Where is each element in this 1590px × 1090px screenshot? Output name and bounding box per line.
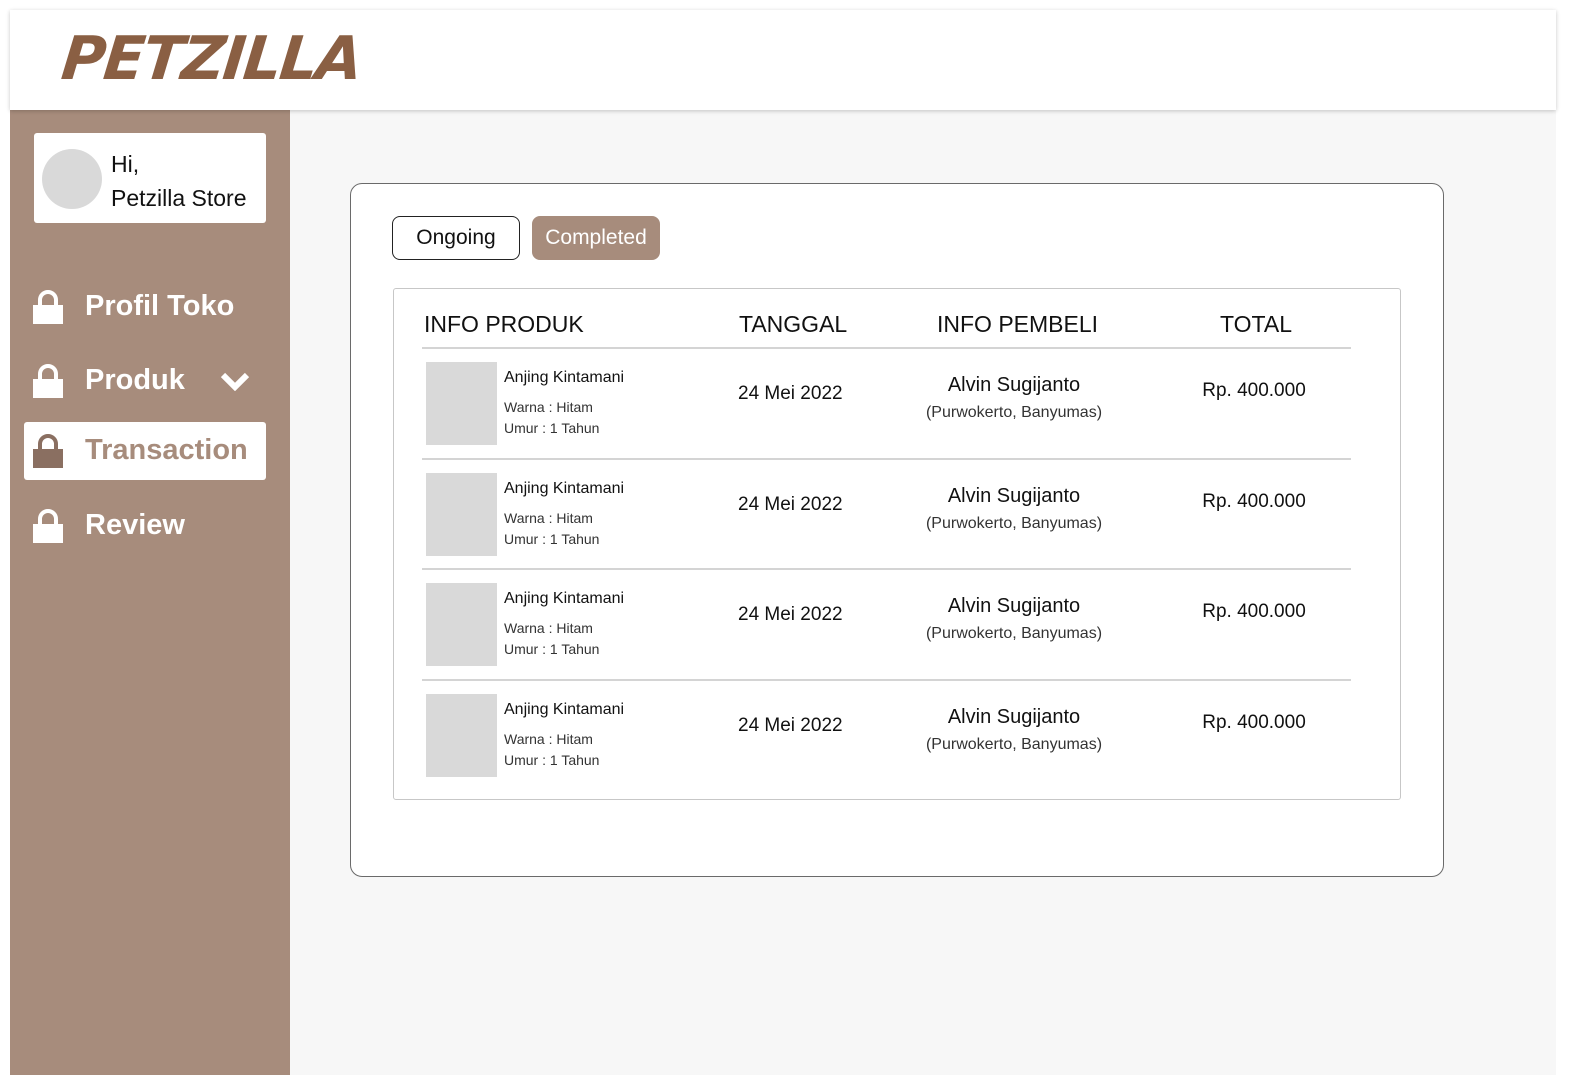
transaction-date: 24 Mei 2022 bbox=[738, 494, 843, 515]
greeting-card: Hi, Petzilla Store bbox=[34, 133, 266, 223]
transaction-total: Rp. 400.000 bbox=[1202, 380, 1306, 401]
transaction-date: 24 Mei 2022 bbox=[738, 383, 843, 404]
product-age: Umur : 1 Tahun bbox=[504, 531, 600, 547]
buyer-name: Alvin Sugijanto bbox=[947, 485, 1081, 507]
tab-completed[interactable]: Completed bbox=[532, 216, 660, 260]
sidebar-item-label: Review bbox=[85, 509, 185, 541]
table-row[interactable]: Anjing Kintamani Warna : Hitam Umur : 1 … bbox=[394, 460, 1402, 570]
buyer-name: Alvin Sugijanto bbox=[947, 374, 1081, 396]
column-header-info-pembeli: INFO PEMBELI bbox=[937, 311, 1099, 337]
product-image bbox=[426, 583, 497, 666]
column-header-tanggal: TANGGAL bbox=[739, 311, 848, 337]
product-age: Umur : 1 Tahun bbox=[504, 752, 600, 768]
sidebar-item-label: Produk bbox=[85, 364, 185, 396]
transaction-total: Rp. 400.000 bbox=[1202, 491, 1306, 512]
sidebar-item-transaction[interactable]: Transaction bbox=[24, 422, 266, 480]
column-header-info-produk: INFO PRODUK bbox=[424, 311, 584, 337]
top-header: PETZILLA bbox=[10, 10, 1556, 110]
buyer-name: Alvin Sugijanto bbox=[947, 706, 1081, 728]
avatar[interactable] bbox=[42, 149, 102, 209]
sidebar: Hi, Petzilla Store Profil Toko Produk Tr… bbox=[10, 110, 290, 1075]
transaction-date: 24 Mei 2022 bbox=[738, 715, 843, 736]
store-name: Petzilla Store bbox=[111, 185, 247, 211]
product-name: Anjing Kintamani bbox=[504, 369, 625, 386]
chevron-down-icon[interactable] bbox=[220, 371, 250, 391]
sidebar-item-review[interactable]: Review bbox=[24, 497, 266, 555]
product-image bbox=[426, 694, 497, 777]
transaction-total: Rp. 400.000 bbox=[1202, 601, 1306, 622]
lock-icon bbox=[33, 434, 63, 468]
product-color: Warna : Hitam bbox=[504, 399, 593, 415]
main-content: Ongoing Completed INFO PRODUK TANGGAL IN… bbox=[290, 110, 1556, 1075]
product-image bbox=[426, 362, 497, 445]
transaction-date: 24 Mei 2022 bbox=[738, 604, 843, 625]
product-name: Anjing Kintamani bbox=[504, 590, 625, 607]
petzilla-logo[interactable]: PETZILLA bbox=[58, 24, 364, 94]
table-row[interactable]: Anjing Kintamani Warna : Hitam Umur : 1 … bbox=[394, 681, 1402, 791]
sidebar-item-produk[interactable]: Produk bbox=[24, 352, 266, 410]
buyer-location: (Purwokerto, Banyumas) bbox=[925, 625, 1103, 642]
lock-icon bbox=[33, 364, 63, 398]
greeting-hi: Hi, bbox=[111, 151, 140, 177]
product-color: Warna : Hitam bbox=[504, 510, 593, 526]
buyer-name: Alvin Sugijanto bbox=[947, 595, 1081, 617]
lock-icon bbox=[33, 290, 63, 324]
transactions-table: INFO PRODUK TANGGAL INFO PEMBELI TOTAL A… bbox=[393, 288, 1401, 800]
sidebar-item-label: Transaction bbox=[85, 434, 248, 466]
table-row[interactable]: Anjing Kintamani Warna : Hitam Umur : 1 … bbox=[394, 349, 1402, 459]
tab-ongoing[interactable]: Ongoing bbox=[392, 216, 520, 260]
product-age: Umur : 1 Tahun bbox=[504, 420, 600, 436]
column-header-total: TOTAL bbox=[1220, 311, 1292, 337]
sidebar-item-profil-toko[interactable]: Profil Toko bbox=[24, 278, 266, 336]
table-row[interactable]: Anjing Kintamani Warna : Hitam Umur : 1 … bbox=[394, 570, 1402, 680]
greeting-text: Hi, Petzilla Store bbox=[111, 147, 247, 215]
product-color: Warna : Hitam bbox=[504, 731, 593, 747]
product-age: Umur : 1 Tahun bbox=[504, 641, 600, 657]
product-image bbox=[426, 473, 497, 556]
buyer-location: (Purwokerto, Banyumas) bbox=[925, 404, 1103, 421]
transaction-total: Rp. 400.000 bbox=[1202, 712, 1306, 733]
transactions-card: Ongoing Completed INFO PRODUK TANGGAL IN… bbox=[350, 183, 1444, 877]
buyer-location: (Purwokerto, Banyumas) bbox=[925, 736, 1103, 753]
product-name: Anjing Kintamani bbox=[504, 480, 625, 497]
lock-icon bbox=[33, 509, 63, 543]
buyer-location: (Purwokerto, Banyumas) bbox=[925, 515, 1103, 532]
sidebar-item-label: Profil Toko bbox=[85, 290, 235, 322]
product-color: Warna : Hitam bbox=[504, 620, 593, 636]
product-name: Anjing Kintamani bbox=[504, 701, 625, 718]
